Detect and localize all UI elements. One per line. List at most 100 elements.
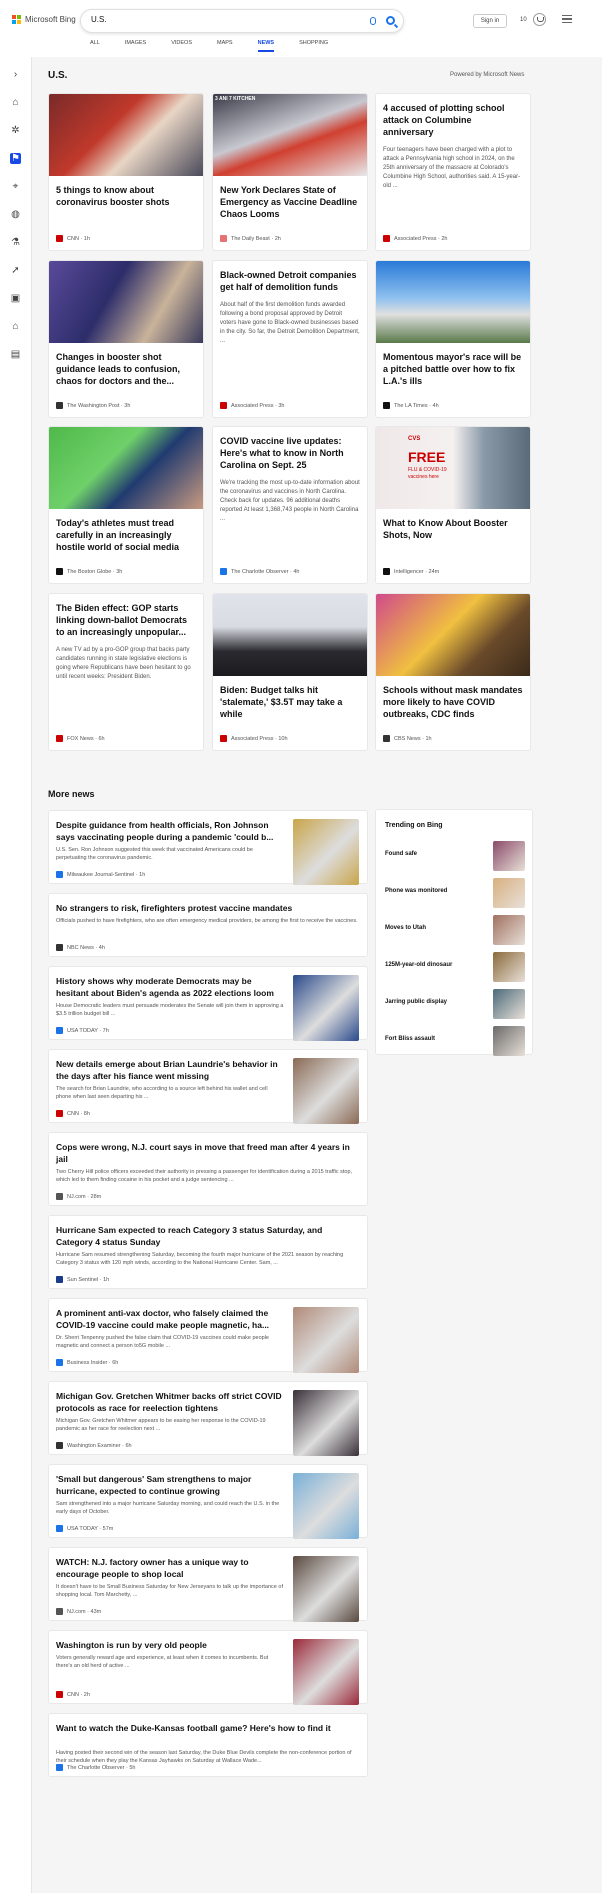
microphone-icon[interactable] — [370, 17, 376, 25]
card-title[interactable]: Biden: Budget talks hit 'stalemate,' $3.… — [213, 676, 367, 720]
more-news-item[interactable]: History shows why moderate Democrats may… — [48, 966, 368, 1041]
card-title[interactable]: Momentous mayor's race will be a pitched… — [376, 343, 530, 387]
tab-videos[interactable]: VIDEOS — [171, 40, 192, 54]
trending-item[interactable]: Jarring public display — [385, 988, 525, 1022]
rocket-icon[interactable]: ➚ — [10, 265, 21, 276]
tab-maps[interactable]: MAPS — [217, 40, 233, 54]
news-card[interactable]: Today's athletes must tread carefully in… — [48, 426, 204, 584]
more-news-item[interactable]: Michigan Gov. Gretchen Whitmer backs off… — [48, 1381, 368, 1456]
headline[interactable]: No strangers to risk, firefighters prote… — [56, 902, 361, 914]
news-card[interactable]: Schools without mask mandates more likel… — [375, 593, 531, 751]
trending-label[interactable]: Phone was monitored — [385, 888, 447, 894]
thumbnail[interactable] — [293, 819, 359, 885]
thumbnail[interactable] — [293, 1639, 359, 1705]
coronavirus-icon[interactable]: ✲ — [10, 125, 21, 136]
trending-item[interactable]: Fort Bliss assault — [385, 1025, 525, 1059]
card-title[interactable]: What to Know About Booster Shots, Now — [376, 509, 530, 541]
trending-label[interactable]: Fort Bliss assault — [385, 1036, 435, 1042]
news-card[interactable]: Momentous mayor's race will be a pitched… — [375, 260, 531, 418]
headline[interactable]: Despite guidance from health officials, … — [56, 819, 284, 843]
home-icon[interactable]: ⌂ — [10, 97, 21, 108]
trending-label[interactable]: Found safe — [385, 851, 417, 857]
bing-logo[interactable]: Microsoft Bing — [12, 15, 76, 24]
headline[interactable]: A prominent anti-vax doctor, who falsely… — [56, 1307, 284, 1331]
location-pin-icon[interactable]: ⌖ — [10, 181, 21, 192]
card-title[interactable]: 4 accused of plotting school attack on C… — [376, 94, 530, 138]
news-card[interactable]: 3 ANI 7 KITCHEN New York Declares State o… — [212, 93, 368, 251]
trending-item[interactable]: Phone was monitored — [385, 877, 525, 911]
trending-item[interactable]: Found safe — [385, 840, 525, 874]
headline[interactable]: Hurricane Sam expected to reach Category… — [56, 1224, 361, 1248]
trending-thumbnail[interactable] — [493, 841, 525, 871]
expand-chevron-icon[interactable]: › — [10, 69, 21, 80]
rewards-count[interactable]: 10 — [520, 17, 527, 23]
news-card[interactable]: Changes in booster shot guidance leads t… — [48, 260, 204, 418]
us-flag-icon[interactable]: ⚑ — [10, 153, 21, 164]
trending-thumbnail[interactable] — [493, 989, 525, 1019]
headline[interactable]: Washington is run by very old people — [56, 1639, 284, 1651]
search-input[interactable] — [91, 15, 341, 24]
card-title[interactable]: Changes in booster shot guidance leads t… — [49, 343, 203, 387]
thumbnail[interactable] — [293, 1473, 359, 1539]
more-news-item[interactable]: No strangers to risk, firefighters prote… — [48, 893, 368, 957]
more-news-item[interactable]: Want to watch the Duke-Kansas football g… — [48, 1713, 368, 1777]
headline[interactable]: WATCH: N.J. factory owner has a unique w… — [56, 1556, 284, 1580]
more-news-item[interactable]: Hurricane Sam expected to reach Category… — [48, 1215, 368, 1289]
card-title[interactable]: Black-owned Detroit companies get half o… — [213, 261, 367, 293]
card-title[interactable]: Today's athletes must tread carefully in… — [49, 509, 203, 553]
more-news-item[interactable]: New details emerge about Brian Laundrie'… — [48, 1049, 368, 1124]
news-card[interactable]: Black-owned Detroit companies get half o… — [212, 260, 368, 418]
headline[interactable]: Cops were wrong, N.J. court says in move… — [56, 1141, 361, 1165]
card-title[interactable]: 5 things to know about coronavirus boost… — [49, 176, 203, 208]
search-icon[interactable] — [386, 16, 395, 25]
headline[interactable]: 'Small but dangerous' Sam strengthens to… — [56, 1473, 284, 1497]
sign-in-button[interactable]: Sign in — [473, 14, 507, 28]
money-icon[interactable]: ▤ — [10, 349, 21, 360]
news-card[interactable]: The Biden effect: GOP starts linking dow… — [48, 593, 204, 751]
tab-images[interactable]: IMAGES — [125, 40, 146, 54]
tab-shopping[interactable]: SHOPPING — [299, 40, 328, 54]
headline[interactable]: New details emerge about Brian Laundrie'… — [56, 1058, 284, 1082]
card-title[interactable]: The Biden effect: GOP starts linking dow… — [49, 594, 203, 638]
tab-all[interactable]: ALL — [90, 40, 100, 54]
trending-thumbnail[interactable] — [493, 915, 525, 945]
news-card[interactable]: COVID vaccine live updates: Here's what … — [212, 426, 368, 584]
rewards-trophy-icon[interactable] — [533, 13, 546, 26]
card-title[interactable]: COVID vaccine live updates: Here's what … — [213, 427, 367, 471]
card-title[interactable]: Schools without mask mandates more likel… — [376, 676, 530, 720]
news-card[interactable]: 4 accused of plotting school attack on C… — [375, 93, 531, 251]
thumbnail[interactable] — [293, 975, 359, 1041]
more-news-item[interactable]: WATCH: N.J. factory owner has a unique w… — [48, 1547, 368, 1622]
globe-icon[interactable]: ◍ — [10, 209, 21, 220]
trending-label[interactable]: Moves to Utah — [385, 925, 426, 931]
tab-news[interactable]: NEWS — [257, 40, 274, 54]
more-news-item[interactable]: Despite guidance from health officials, … — [48, 810, 368, 885]
hamburger-menu-icon[interactable] — [562, 15, 572, 23]
science-icon[interactable]: ⚗ — [10, 237, 21, 248]
trending-item[interactable]: Moves to Utah — [385, 914, 525, 948]
more-news-item[interactable]: 'Small but dangerous' Sam strengthens to… — [48, 1464, 368, 1539]
trending-item[interactable]: 125M-year-old dinosaur — [385, 951, 525, 985]
thumbnail[interactable] — [293, 1556, 359, 1622]
thumbnail[interactable] — [293, 1058, 359, 1124]
headline[interactable]: Want to watch the Duke-Kansas football g… — [56, 1722, 361, 1734]
trending-label[interactable]: 125M-year-old dinosaur — [385, 962, 452, 968]
trending-thumbnail[interactable] — [493, 878, 525, 908]
more-news-item[interactable]: A prominent anti-vax doctor, who falsely… — [48, 1298, 368, 1373]
news-card[interactable]: Biden: Budget talks hit 'stalemate,' $3.… — [212, 593, 368, 751]
news-card[interactable]: 5 things to know about coronavirus boost… — [48, 93, 204, 251]
more-news-item[interactable]: Washington is run by very old people Vote… — [48, 1630, 368, 1705]
trending-thumbnail[interactable] — [493, 1026, 525, 1056]
more-news-item[interactable]: Cops were wrong, N.J. court says in move… — [48, 1132, 368, 1206]
bank-icon[interactable]: ⌂ — [10, 321, 21, 332]
headline[interactable]: History shows why moderate Democrats may… — [56, 975, 284, 999]
trending-label[interactable]: Jarring public display — [385, 999, 447, 1005]
entertainment-icon[interactable]: ▣ — [10, 293, 21, 304]
trending-thumbnail[interactable] — [493, 952, 525, 982]
thumbnail[interactable] — [293, 1390, 359, 1456]
headline[interactable]: Michigan Gov. Gretchen Whitmer backs off… — [56, 1390, 284, 1414]
thumbnail[interactable] — [293, 1307, 359, 1373]
card-title[interactable]: New York Declares State of Emergency as … — [213, 176, 367, 220]
news-card[interactable]: CVS FREE FLU & COVID-19 vaccines here Wha… — [375, 426, 531, 584]
search-box[interactable] — [80, 9, 404, 33]
